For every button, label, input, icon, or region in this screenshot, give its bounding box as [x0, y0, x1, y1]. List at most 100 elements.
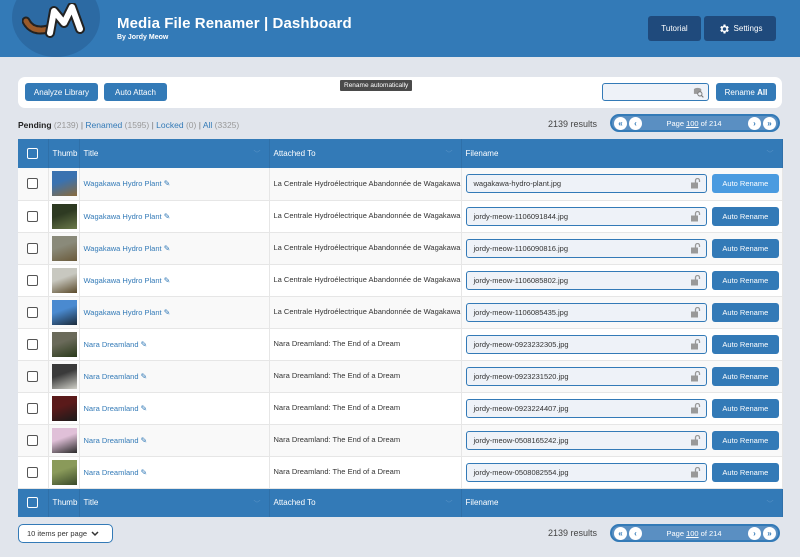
row-checkbox[interactable] [27, 466, 38, 478]
next-page-button[interactable]: › [748, 116, 761, 130]
last-page-button[interactable]: » [763, 116, 776, 130]
row-checkbox[interactable] [27, 306, 38, 318]
first-page-button[interactable]: « [614, 116, 627, 130]
column-title[interactable]: Title ﹀ [79, 488, 270, 517]
column-filename[interactable]: Filename ﹀ [461, 488, 783, 517]
filename-input[interactable]: jordy-meow-0923224407.jpg [465, 398, 708, 418]
unlock-icon[interactable] [691, 338, 701, 350]
auto-rename-button[interactable]: Auto Rename [712, 238, 779, 258]
thumbnail[interactable] [51, 171, 77, 197]
title-link[interactable]: Wagakawa Hydro Plant [84, 244, 162, 253]
title-link[interactable]: Nara Dreamland [84, 468, 139, 477]
auto-rename-button[interactable]: Auto Rename [712, 430, 779, 450]
row-checkbox[interactable] [27, 402, 38, 414]
filter-pending[interactable]: Pending [18, 120, 52, 130]
title-link[interactable]: Wagakawa Hydro Plant [84, 179, 162, 188]
pencil-edit-icon[interactable]: ✎ [141, 468, 148, 477]
pencil-edit-icon[interactable]: ✎ [164, 244, 171, 253]
column-attached[interactable]: Attached To ﹀ [269, 139, 462, 168]
unlock-icon[interactable] [691, 210, 701, 222]
pencil-edit-icon[interactable]: ✎ [141, 372, 148, 381]
row-checkbox[interactable] [27, 370, 38, 382]
items-per-page-select[interactable]: 10 items per page [18, 524, 113, 543]
pencil-edit-icon[interactable]: ✎ [141, 436, 148, 445]
select-all-checkbox[interactable] [27, 497, 38, 509]
thumbnail[interactable] [51, 299, 77, 325]
pencil-edit-icon[interactable]: ✎ [141, 404, 148, 413]
thumbnail[interactable] [51, 235, 77, 261]
thumbnail[interactable] [51, 427, 77, 453]
title-link[interactable]: Nara Dreamland [84, 436, 139, 445]
auto-rename-button[interactable]: Auto Rename [712, 174, 779, 194]
pencil-edit-icon[interactable]: ✎ [164, 212, 171, 221]
first-page-button[interactable]: « [614, 526, 627, 540]
filename-input[interactable]: jordy-meow-1106090816.jpg [465, 238, 708, 258]
auto-attach-button[interactable]: Auto Attach [104, 83, 167, 101]
unlock-icon[interactable] [691, 274, 701, 286]
thumbnail[interactable] [51, 395, 77, 421]
title-link[interactable]: Nara Dreamland [84, 340, 139, 349]
pencil-edit-icon[interactable]: ✎ [141, 340, 148, 349]
filter-all[interactable]: All [203, 120, 212, 130]
thumbnail[interactable] [51, 267, 77, 293]
page-current[interactable]: 100 [686, 529, 699, 538]
search-input[interactable] [602, 83, 709, 101]
filter-renamed[interactable]: Renamed [85, 120, 122, 130]
analyze-library-button[interactable]: Analyze Library [25, 83, 98, 101]
filename-input[interactable]: jordy-meow-1106091844.jpg [465, 206, 708, 226]
tutorial-button[interactable]: Tutorial [648, 16, 701, 41]
filename-input[interactable]: jordy-meow-0508082554.jpg [465, 462, 708, 482]
auto-rename-button[interactable]: Auto Rename [712, 270, 779, 290]
settings-button[interactable]: Settings [704, 16, 776, 41]
thumbnail[interactable] [51, 363, 77, 389]
row-checkbox[interactable] [27, 242, 38, 254]
filename-input[interactable]: jordy-meow-0508165242.jpg [465, 430, 708, 450]
column-title[interactable]: Title ﹀ [79, 139, 270, 168]
unlock-icon[interactable] [691, 402, 701, 414]
auto-rename-button[interactable]: Auto Rename [712, 334, 779, 354]
rename-all-button[interactable]: Rename All [716, 83, 776, 101]
pencil-edit-icon[interactable]: ✎ [164, 179, 171, 188]
unlock-icon[interactable] [691, 434, 701, 446]
filename-input[interactable]: jordy-meow-1106085802.jpg [465, 270, 708, 290]
prev-page-button[interactable]: ‹ [629, 526, 642, 540]
row-checkbox[interactable] [27, 434, 38, 446]
prev-page-button[interactable]: ‹ [629, 116, 642, 130]
last-page-button[interactable]: » [763, 526, 776, 540]
unlock-icon[interactable] [691, 306, 701, 318]
auto-rename-button[interactable]: Auto Rename [712, 398, 779, 418]
title-link[interactable]: Nara Dreamland [84, 404, 139, 413]
column-attached[interactable]: Attached To ﹀ [269, 488, 462, 517]
filter-locked[interactable]: Locked [156, 120, 183, 130]
row-checkbox[interactable] [27, 338, 38, 350]
thumbnail[interactable] [51, 459, 77, 485]
auto-rename-button[interactable]: Auto Rename [712, 206, 779, 226]
thumbnail[interactable] [51, 203, 77, 229]
title-link[interactable]: Wagakawa Hydro Plant [84, 308, 162, 317]
auto-rename-button[interactable]: Auto Rename [712, 302, 779, 322]
filename-input[interactable]: jordy-meow-0923232305.jpg [465, 334, 708, 354]
thumbnail[interactable] [51, 331, 77, 357]
next-page-button[interactable]: › [748, 526, 761, 540]
select-all-checkbox[interactable] [27, 148, 38, 159]
row-checkbox[interactable] [27, 210, 38, 222]
title-link[interactable]: Nara Dreamland [84, 372, 139, 381]
filename-input[interactable]: jordy-meow-1106085435.jpg [465, 302, 708, 322]
pencil-edit-icon[interactable]: ✎ [164, 308, 171, 317]
row-checkbox[interactable] [27, 274, 38, 286]
title-link[interactable]: Wagakawa Hydro Plant [84, 212, 162, 221]
auto-rename-button[interactable]: Auto Rename [712, 366, 779, 386]
filename-input[interactable]: jordy-meow-0923231520.jpg [465, 366, 708, 386]
title-link[interactable]: Wagakawa Hydro Plant [84, 276, 162, 285]
unlock-icon[interactable] [691, 370, 701, 382]
unlock-icon[interactable] [691, 178, 701, 189]
page-current[interactable]: 100 [686, 119, 699, 128]
row-checkbox[interactable] [27, 178, 38, 190]
unlock-icon[interactable] [691, 466, 701, 478]
unlock-icon[interactable] [691, 242, 701, 254]
column-filename[interactable]: Filename ﹀ [461, 139, 783, 168]
select-cell [18, 392, 49, 425]
pencil-edit-icon[interactable]: ✎ [164, 276, 171, 285]
filename-input[interactable]: wagakawa-hydro-plant.jpg [465, 174, 708, 194]
auto-rename-button[interactable]: Auto Rename [712, 462, 779, 482]
